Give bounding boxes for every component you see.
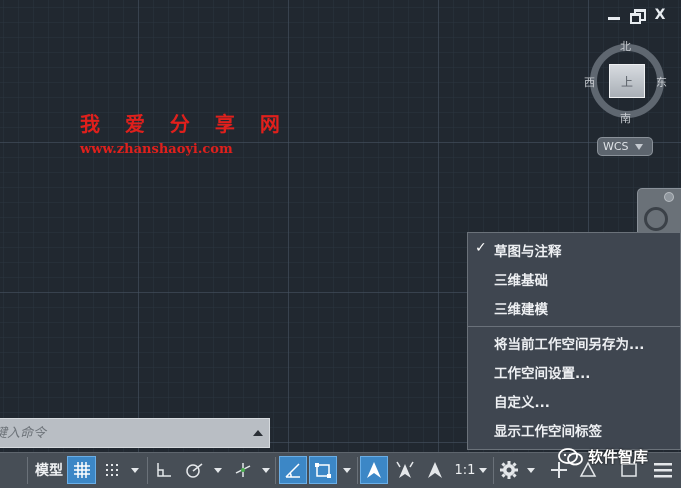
snap-mode-button[interactable] <box>100 456 126 484</box>
menu-divider <box>468 326 680 327</box>
annotation-scale-icon <box>428 462 442 478</box>
status-divider <box>27 457 28 484</box>
chevron-down-icon <box>131 467 139 473</box>
gear-icon <box>500 461 518 479</box>
menu-item-show-workspace-label[interactable]: 显示工作空间标签 <box>468 415 680 444</box>
ortho-icon <box>235 463 251 477</box>
polar-tracking-button[interactable] <box>279 456 307 484</box>
auto-scale-button[interactable] <box>391 456 419 484</box>
status-divider <box>493 457 494 484</box>
chevron-down-icon <box>343 467 351 473</box>
minimize-icon[interactable] <box>607 8 621 22</box>
object-snap-button[interactable] <box>309 456 337 484</box>
hamburger-menu-icon <box>654 463 672 478</box>
navbar-close-icon[interactable] <box>664 192 674 202</box>
menu-item-workspace-settings[interactable]: 工作空间设置... <box>468 357 680 386</box>
checkmark-icon: ✓ <box>475 240 487 256</box>
status-divider <box>275 457 276 484</box>
viewcube[interactable]: 上 北 南 东 西 <box>584 38 667 125</box>
chevron-down-icon <box>479 467 487 473</box>
compass-west-label[interactable]: 西 <box>584 74 595 90</box>
workspace-switching-dropdown[interactable] <box>524 456 538 484</box>
infer-constraints-button[interactable] <box>151 456 177 484</box>
window-controls: X <box>607 8 667 24</box>
restore-icon[interactable] <box>630 8 646 24</box>
menu-item-label: 将当前工作空间另存为... <box>494 336 645 353</box>
menu-item-label: 三维基础 <box>494 272 548 289</box>
ortho-mode-button[interactable] <box>230 456 256 484</box>
ortho-mode-dropdown[interactable] <box>259 456 273 484</box>
command-history-up-icon[interactable] <box>253 430 263 436</box>
annotation-scale-icon <box>367 462 381 478</box>
compass-east-label[interactable]: 东 <box>656 74 667 90</box>
annotation-scale-button[interactable] <box>421 456 449 484</box>
workspace-menu: ✓ 草图与注释 三维基础 三维建模 将当前工作空间另存为... 工作空间设置..… <box>467 232 681 450</box>
chevron-down-icon <box>262 467 270 473</box>
chevron-down-icon <box>214 467 222 473</box>
wcs-label: WCS <box>603 140 629 153</box>
object-snap-icon <box>315 463 331 478</box>
compass-south-label[interactable]: 南 <box>620 110 631 126</box>
object-snap-dropdown[interactable] <box>340 456 354 484</box>
wcs-dropdown[interactable]: WCS <box>597 137 653 156</box>
snap-mode-dropdown[interactable] <box>128 456 142 484</box>
viewcube-top-face[interactable]: 上 <box>609 64 645 98</box>
menu-item-label: 草图与注释 <box>494 243 562 260</box>
watermark-url: www.zhanshaoyi.com <box>80 142 233 157</box>
menu-item-sketch-annotation[interactable]: ✓ 草图与注释 <box>468 235 680 264</box>
menu-item-label: 三维建模 <box>494 301 548 318</box>
dynamic-input-icon <box>186 463 203 478</box>
grid-icon <box>73 462 90 478</box>
dynamic-input-button[interactable] <box>181 456 207 484</box>
menu-item-label: 自定义... <box>494 394 550 411</box>
annotation-visibility-button[interactable] <box>360 456 388 484</box>
model-space-button[interactable]: 模型 <box>31 456 67 484</box>
grid-toggle-button[interactable] <box>67 456 96 484</box>
menu-item-label: 显示工作空间标签 <box>494 423 602 440</box>
customization-menu-button[interactable] <box>650 456 676 484</box>
menu-item-label: 工作空间设置... <box>494 365 591 382</box>
menu-item-customize[interactable]: 自定义... <box>468 386 680 415</box>
status-divider <box>147 457 148 484</box>
menu-item-3d-basics[interactable]: 三维基础 <box>468 264 680 293</box>
workspace-switching-button[interactable] <box>496 456 522 484</box>
chevron-down-icon <box>634 143 643 150</box>
chevron-down-icon <box>527 467 535 473</box>
auto-scale-icon <box>396 461 414 478</box>
annotation-scale-value[interactable]: 1:1 <box>453 456 477 484</box>
command-input[interactable] <box>0 419 253 447</box>
dynamic-input-dropdown[interactable] <box>211 456 225 484</box>
menu-item-3d-modeling[interactable]: 三维建模 <box>468 293 680 322</box>
status-divider <box>357 457 358 484</box>
watermark-title: 我 爱 分 享 网 <box>80 112 289 136</box>
steering-wheel-icon[interactable] <box>644 207 668 231</box>
polar-tracking-icon <box>285 463 300 478</box>
wechat-watermark-text: 软件智库 <box>588 448 649 466</box>
menu-item-save-workspace-as[interactable]: 将当前工作空间另存为... <box>468 328 680 357</box>
close-icon[interactable]: X <box>653 8 667 22</box>
infer-constraints-icon <box>157 463 171 477</box>
wechat-watermark: 软件智库 <box>558 446 648 467</box>
command-line <box>0 418 270 448</box>
compass-north-label[interactable]: 北 <box>620 38 631 54</box>
snap-grid-icon <box>106 464 118 476</box>
wechat-icon <box>558 447 583 465</box>
annotation-scale-dropdown[interactable] <box>476 456 490 484</box>
